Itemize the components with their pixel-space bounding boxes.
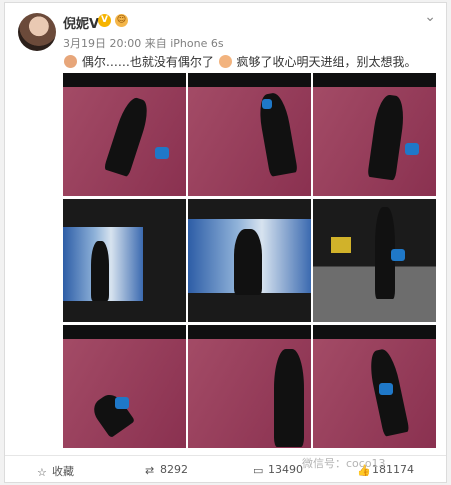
favorite-label: 收藏 — [52, 465, 74, 478]
photo-grid — [63, 73, 438, 449]
post-meta: 3月19日 20:00 来自 iPhone 6s — [63, 35, 224, 51]
photo-thumbnail[interactable] — [313, 325, 436, 448]
post-text-part2: 疯够了收心明天进组，别太想我。 — [236, 55, 417, 69]
repost-button[interactable]: ⇄ 8292 — [145, 463, 188, 477]
photo-thumbnail[interactable] — [63, 325, 186, 448]
favorite-button[interactable]: ☆ 收藏 — [37, 463, 74, 479]
photo-thumbnail[interactable] — [63, 199, 186, 322]
emoji-icon — [64, 55, 77, 68]
comment-icon: ▭ — [253, 464, 264, 477]
post-text-part1: 偶尔……也就没有偶尔了 — [81, 55, 214, 69]
post-time[interactable]: 3月19日 20:00 — [63, 37, 141, 50]
photo-thumbnail[interactable] — [188, 73, 311, 196]
username[interactable]: 倪妮V — [63, 13, 99, 32]
post-source[interactable]: iPhone 6s — [170, 37, 223, 50]
comment-count: 13490 — [268, 463, 303, 476]
photo-thumbnail[interactable] — [188, 325, 311, 448]
avatar[interactable] — [18, 13, 56, 51]
emoji-icon — [218, 55, 232, 68]
chevron-down-icon[interactable]: ⌄ — [424, 9, 436, 25]
photo-thumbnail[interactable] — [188, 199, 311, 322]
repost-count: 8292 — [160, 463, 188, 476]
source-prefix: 来自 — [144, 37, 167, 50]
photo-thumbnail[interactable] — [63, 73, 186, 196]
wechat-watermark: 微信号：coco13 — [302, 457, 386, 470]
weibo-post-card: 倪妮V V ☺ ⌄ 3月19日 20:00 来自 iPhone 6s 偶尔……也… — [4, 2, 447, 483]
post-text: 偶尔……也就没有偶尔了 疯够了收心明天进组，别太想我。 — [63, 53, 438, 70]
photo-thumbnail[interactable] — [313, 199, 436, 322]
verified-badge-icon: V — [98, 14, 111, 27]
member-badge-icon: ☺ — [115, 14, 128, 27]
comment-button[interactable]: ▭ 13490 — [253, 463, 303, 477]
star-icon: ☆ — [37, 466, 47, 479]
photo-thumbnail[interactable] — [313, 73, 436, 196]
repost-icon: ⇄ — [145, 464, 155, 477]
